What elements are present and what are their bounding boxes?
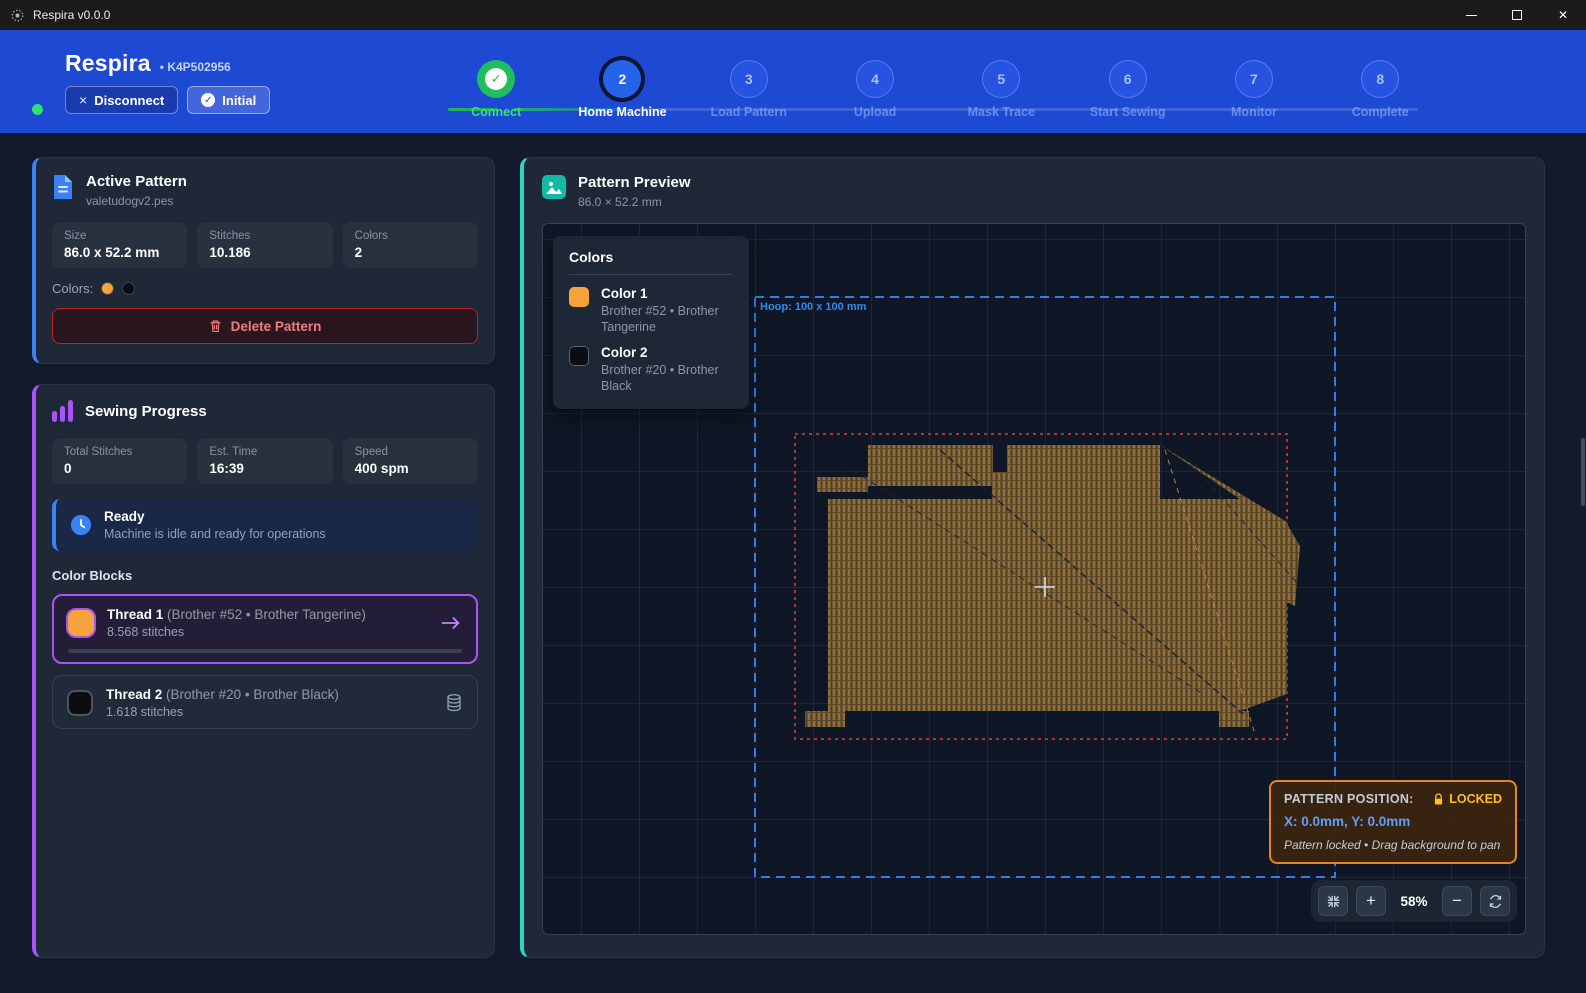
step-load-pattern[interactable]: 3 Load Pattern [686, 60, 812, 119]
legend-swatch-orange [569, 287, 589, 307]
bar-chart-icon [52, 400, 73, 422]
step-start-sewing[interactable]: 6 Start Sewing [1064, 60, 1190, 119]
app-header: Respira • K4P502956 × Disconnect ✓ Initi… [0, 30, 1586, 133]
initial-button[interactable]: ✓ Initial [187, 86, 270, 114]
position-hint: Pattern locked • Drag background to pan [1284, 838, 1502, 852]
zoom-out-button[interactable]: − [1442, 886, 1472, 916]
step-home-machine[interactable]: 2 Home Machine [559, 60, 685, 119]
thread-stitch-count: 1.618 stitches [106, 705, 339, 719]
disconnect-button[interactable]: × Disconnect [65, 86, 178, 114]
color-swatch-orange [101, 282, 114, 295]
refresh-icon [1488, 894, 1503, 909]
step-connect[interactable]: ✓ Connect [433, 60, 559, 119]
colors-legend: Colors Color 1 Brother #52 • Brother Tan… [553, 236, 749, 409]
position-label: PATTERN POSITION: [1284, 792, 1414, 806]
trash-icon [209, 319, 222, 333]
stat-size: Size 86.0 x 52.2 mm [52, 222, 187, 268]
delete-pattern-button[interactable]: Delete Pattern [52, 308, 478, 344]
pattern-filename: valetudogv2.pes [86, 194, 187, 208]
step-mask-trace[interactable]: 5 Mask Trace [938, 60, 1064, 119]
legend-swatch-black [569, 346, 589, 366]
pattern-dimensions: 86.0 × 52.2 mm [578, 195, 691, 209]
minimize-button[interactable] [1448, 0, 1494, 30]
thread-swatch [67, 690, 93, 716]
stat-total-stitches: Total Stitches 0 [52, 438, 187, 484]
locked-badge: LOCKED [1433, 792, 1502, 806]
maximize-button[interactable] [1494, 0, 1540, 30]
close-button[interactable]: ✕ [1540, 0, 1586, 30]
plus-icon: + [1366, 891, 1376, 911]
zoom-toolbar: + 58% − [1311, 880, 1517, 922]
maximize-icon [1512, 10, 1522, 20]
stat-colors: Colors 2 [343, 222, 478, 268]
window-title: Respira v0.0.0 [33, 8, 110, 22]
image-icon [542, 175, 566, 209]
app-icon [10, 8, 25, 23]
hoop-size-label: Hoop: 100 x 100 mm [760, 301, 866, 313]
thread-stitch-count: 8.568 stitches [107, 625, 366, 639]
brand-name: Respira [65, 50, 151, 77]
pattern-position-overlay: PATTERN POSITION: LOCKED X: 0.0mm, Y: 0.… [1269, 780, 1517, 864]
thread-name: Thread 1 (Brother #52 • Brother Tangerin… [107, 607, 366, 622]
preview-canvas[interactable]: Hoop: 100 x 100 mm Colors Color 1 Brothe… [542, 223, 1526, 935]
check-circle-icon: ✓ [201, 93, 215, 107]
window-titlebar: Respira v0.0.0 ✕ [0, 0, 1586, 30]
minus-icon: − [1452, 891, 1462, 911]
legend-item-color2: Color 2 Brother #20 • Brother Black [569, 345, 733, 394]
status-description: Machine is idle and ready for operations [104, 527, 326, 541]
minimize-icon [1466, 15, 1477, 16]
thread-swatch [68, 610, 94, 636]
card-title: Sewing Progress [85, 403, 207, 420]
connection-status-dot [32, 104, 43, 115]
thread-name: Thread 2 (Brother #20 • Brother Black) [106, 687, 339, 702]
close-icon: ✕ [1558, 8, 1568, 22]
zoom-level: 58% [1394, 894, 1434, 909]
stat-est-time: Est. Time 16:39 [197, 438, 332, 484]
scrollbar-thumb[interactable] [1581, 438, 1585, 506]
active-pattern-card: Active Pattern valetudogv2.pes Size 86.0… [32, 157, 495, 364]
document-icon [52, 174, 74, 208]
thread-block-1[interactable]: Thread 1 (Brother #52 • Brother Tangerin… [52, 594, 478, 664]
zoom-in-button[interactable]: + [1356, 886, 1386, 916]
reset-view-button[interactable] [1480, 886, 1510, 916]
card-title: Active Pattern [86, 173, 187, 190]
colors-label: Colors: [52, 281, 93, 296]
machine-status-banner: Ready Machine is idle and ready for oper… [52, 499, 478, 551]
lock-icon [1433, 793, 1444, 806]
thread-block-2[interactable]: Thread 2 (Brother #20 • Brother Black) 1… [52, 675, 478, 729]
position-coordinates: X: 0.0mm, Y: 0.0mm [1284, 814, 1502, 829]
stat-speed: Speed 400 spm [343, 438, 478, 484]
legend-item-color1: Color 1 Brother #52 • Brother Tangerine [569, 286, 733, 335]
workflow-stepper: ✓ Connect 2 Home Machine 3 Load Pattern … [433, 60, 1443, 119]
pattern-preview-card: Pattern Preview 86.0 × 52.2 mm [520, 157, 1545, 958]
layers-icon [445, 693, 463, 713]
sewing-progress-card: Sewing Progress Total Stitches 0 Est. Ti… [32, 384, 495, 958]
step-monitor[interactable]: 7 Monitor [1191, 60, 1317, 119]
card-title: Pattern Preview [578, 174, 691, 191]
color-swatch-black [122, 282, 135, 295]
serial-number: • K4P502956 [160, 60, 231, 74]
compress-icon [1326, 894, 1341, 909]
step-upload[interactable]: 4 Upload [812, 60, 938, 119]
fit-view-button[interactable] [1318, 886, 1348, 916]
x-icon: × [79, 92, 87, 108]
step-done-icon: ✓ [477, 60, 515, 98]
arrow-right-icon [440, 614, 462, 632]
color-blocks-label: Color Blocks [52, 568, 478, 583]
stat-stitches: Stitches 10.186 [197, 222, 332, 268]
status-title: Ready [104, 509, 326, 524]
legend-title: Colors [569, 249, 733, 275]
clock-icon [70, 514, 92, 536]
step-complete[interactable]: 8 Complete [1317, 60, 1443, 119]
thread-progress-bar [68, 649, 462, 653]
